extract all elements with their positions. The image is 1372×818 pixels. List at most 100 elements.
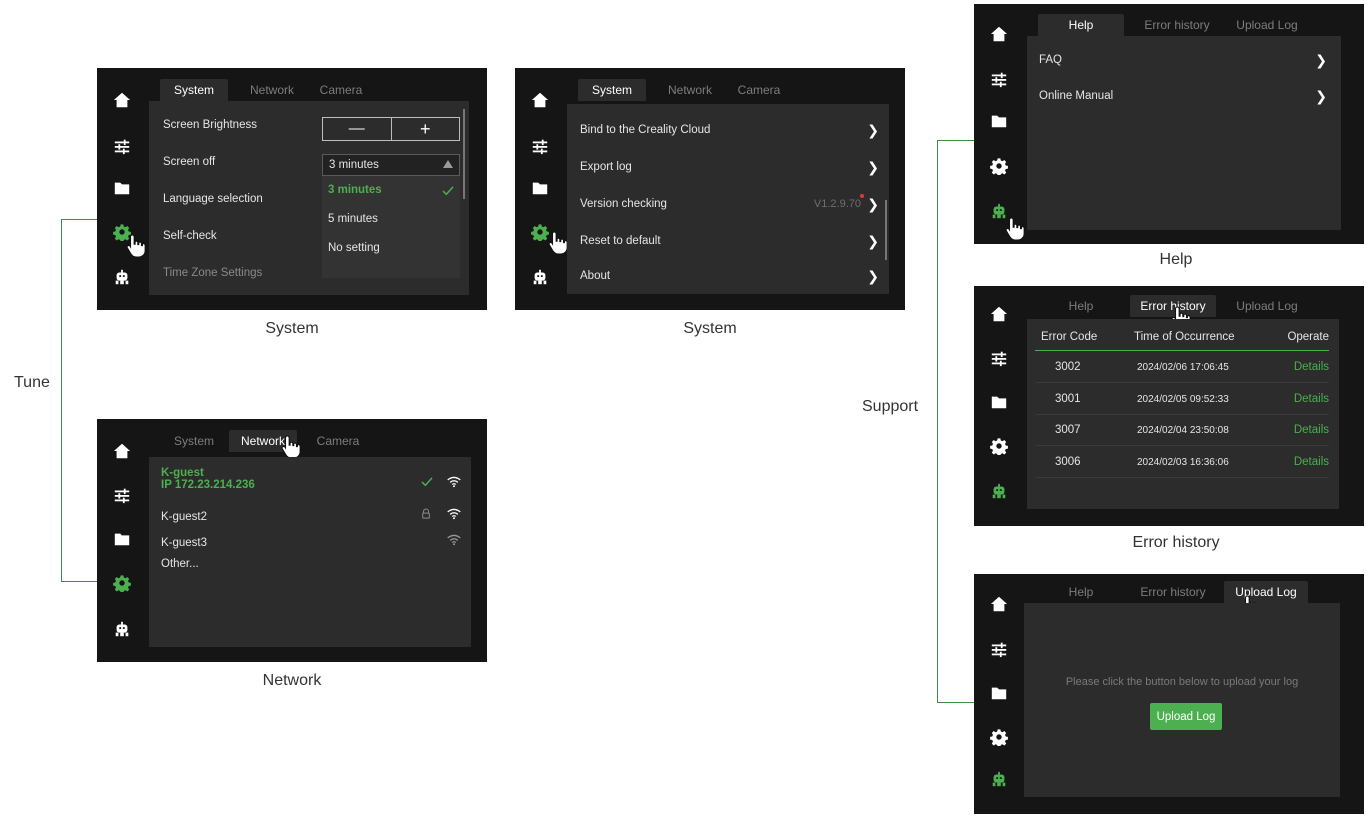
network-screen: System Network Camera K-guest IP 172.23.… [97,419,487,662]
support-bracket-top [937,140,974,141]
brightness-decrease-button[interactable]: — [323,118,392,140]
error-time: 2024/02/06 17:06:45 [1137,362,1229,373]
error-code: 3001 [1055,392,1081,405]
details-link[interactable]: Details [1294,456,1329,468]
tune-sliders-icon [113,486,131,504]
network-item[interactable]: K-guest2 [161,507,471,523]
screen-off-select[interactable]: 3 minutes [322,154,460,176]
help-screen: Help Error history Upload Log FAQ ❯ Onlin… [974,4,1364,244]
support-bracket-bottom [937,702,974,703]
sidebar-files[interactable] [97,176,147,200]
error-panel: Error Code Time of Occurrence Operate 30… [1027,319,1339,509]
tab-error-history[interactable]: Error history [1134,14,1220,36]
chevron-right-icon: ❯ [867,158,879,175]
details-link[interactable]: Details [1294,361,1329,373]
error-time: 2024/02/03 16:36:06 [1137,456,1229,468]
brightness-increase-button[interactable]: + [392,118,460,140]
tab-upload-log[interactable]: Upload Log [1232,295,1302,317]
option-3-minutes[interactable]: 3 minutes [328,184,454,196]
row-faq[interactable]: FAQ ❯ [1039,52,1341,68]
tab-help[interactable]: Help [1038,14,1124,36]
row-bind-cloud[interactable]: Bind to the Creality Cloud ❯ [580,122,889,138]
sidebar-settings[interactable] [97,571,147,595]
upload-log-button[interactable]: Upload Log [1150,703,1222,730]
sidebar-support[interactable] [974,479,1024,503]
tab-network[interactable]: Network [242,79,302,101]
tab-camera[interactable]: Camera [309,430,367,452]
folder-icon [990,684,1008,702]
folder-icon [990,112,1008,130]
tab-help[interactable]: Help [1038,581,1124,603]
sidebar-home[interactable] [974,302,1024,326]
sidebar-home[interactable] [97,88,147,112]
tab-system[interactable]: System [165,430,223,452]
sidebar-support[interactable] [974,767,1024,791]
sidebar-tune[interactable] [515,134,565,158]
tune-sliders-icon [990,640,1008,658]
details-link[interactable]: Details [1294,424,1329,436]
header-time: Time of Occurrence [1134,331,1235,343]
tab-network[interactable]: Network [660,79,720,101]
tab-camera[interactable]: Camera [730,79,788,101]
sidebar-files[interactable] [974,390,1024,414]
sidebar-files[interactable] [974,109,1024,133]
row-version-checking[interactable]: Version checking V1.2.9.70 ❯ [580,194,889,212]
row-online-manual[interactable]: Online Manual ❯ [1039,88,1341,104]
tab-system[interactable]: System [160,79,228,101]
sidebar-home[interactable] [974,22,1024,46]
sidebar-files[interactable] [974,681,1024,705]
caption-help: Help [1159,251,1193,268]
error-code: 3007 [1055,424,1081,436]
table-row: 3002 2024/02/06 17:06:45 Details [1035,352,1329,383]
details-link[interactable]: Details [1294,393,1329,405]
sidebar-settings[interactable] [974,434,1024,458]
header-operate: Operate [1287,331,1329,343]
tab-camera[interactable]: Camera [312,79,370,101]
tab-error-history[interactable]: Error history [1130,581,1216,603]
network-item[interactable]: K-guest3 [161,533,471,549]
system-screen-list: System Network Camera Bind to the Creali… [515,68,905,310]
scrollbar[interactable] [463,109,465,199]
sidebar-support[interactable] [515,265,565,289]
sidebar-support[interactable] [97,265,147,289]
chevron-right-icon: ❯ [867,195,879,212]
sidebar-settings[interactable] [974,725,1024,749]
robot-support-icon [990,770,1008,788]
table-row: 3007 2024/02/04 23:50:08 Details [1035,415,1329,446]
scrollbar[interactable] [885,200,887,260]
check-icon [442,186,454,196]
network-panel: K-guest IP 172.23.214.236 K-guest2 K-gue… [149,457,471,647]
sidebar-support[interactable] [97,617,147,641]
error-code: 3006 [1055,455,1081,468]
sidebar-home[interactable] [974,592,1024,616]
sidebar-tune[interactable] [974,637,1024,661]
option-no-setting[interactable]: No setting [328,242,380,254]
tab-help[interactable]: Help [1038,295,1124,317]
sidebar-tune[interactable] [974,67,1024,91]
sidebar-tune[interactable] [97,483,147,507]
row-label: Reset to default [580,235,661,247]
sidebar-home[interactable] [97,439,147,463]
sidebar-home[interactable] [515,88,565,112]
upload-log-screen: Help Error history Upload Log Please cli… [974,574,1364,814]
option-5-minutes[interactable]: 5 minutes [328,213,378,225]
tab-system[interactable]: System [578,79,646,101]
tab-upload-log[interactable]: Upload Log [1224,581,1308,603]
home-icon [990,305,1008,323]
row-label: Export log [580,161,632,173]
row-about[interactable]: About ❯ [580,268,889,284]
tab-upload-log[interactable]: Upload Log [1232,14,1302,36]
table-row: 3006 2024/02/03 16:36:06 Details [1035,447,1329,478]
sidebar-tune[interactable] [974,346,1024,370]
network-item-other[interactable]: Other... [161,558,199,570]
sidebar-tune[interactable] [97,134,147,158]
sidebar-files[interactable] [97,527,147,551]
row-reset-default[interactable]: Reset to default ❯ [580,233,889,249]
tune-sliders-icon [990,70,1008,88]
row-export-log[interactable]: Export log ❯ [580,159,889,175]
home-icon [990,25,1008,43]
sidebar-files[interactable] [515,176,565,200]
sidebar-settings[interactable] [974,154,1024,178]
tune-sliders-icon [113,137,131,155]
network-item-connected[interactable]: K-guest IP 172.23.214.236 [161,467,471,497]
